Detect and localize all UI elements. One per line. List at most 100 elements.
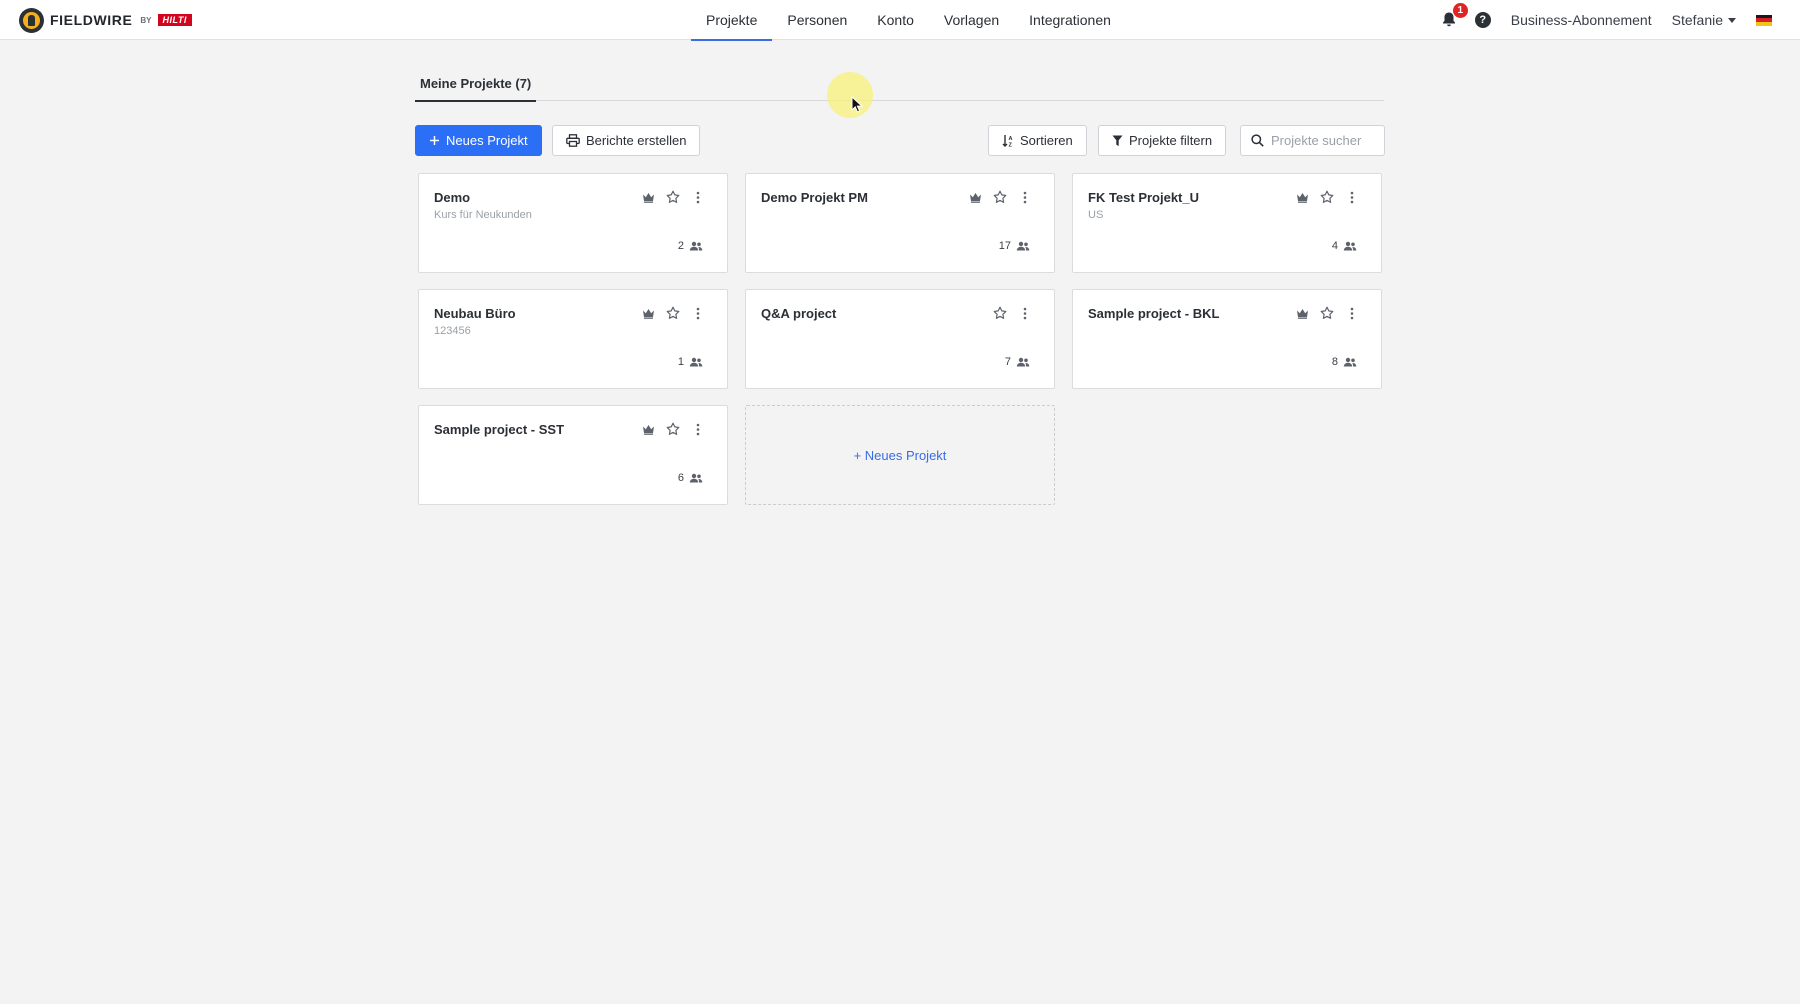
new-project-card[interactable]: + Neues Projekt [745,405,1055,505]
member-count-value: 17 [998,240,1011,252]
member-count-value: 8 [1331,356,1338,368]
more-options-icon[interactable] [691,422,705,436]
people-icon [1016,357,1030,367]
search-icon [1251,134,1264,147]
svg-text:A: A [1009,136,1013,142]
project-subtitle: 123456 [434,325,471,337]
people-icon [689,357,703,367]
nav-item-integrationen[interactable]: Integrationen [1014,0,1126,40]
user-name: Stefanie [1671,12,1723,28]
project-card[interactable]: Q&A project 7 [745,289,1055,389]
member-count-value: 7 [1004,356,1011,368]
star-icon[interactable] [1320,190,1334,204]
sort-label: Sortieren [1020,133,1073,148]
crown-icon [1295,190,1309,204]
new-project-label: Neues Projekt [446,133,528,148]
user-menu[interactable]: Stefanie [1672,12,1736,28]
star-icon[interactable] [993,306,1007,320]
member-count: 8 [1332,356,1357,368]
brand-by: BY [140,15,152,25]
crown-icon [641,190,655,204]
search-input[interactable] [1271,133,1371,148]
fieldwire-logo-icon [19,7,44,33]
project-title: Neubau Büro [434,306,516,321]
project-search[interactable] [1240,125,1385,156]
crown-icon [641,306,655,320]
more-options-icon[interactable] [1345,190,1359,204]
hilti-logo: HILTI [157,14,192,26]
more-options-icon[interactable] [691,190,705,204]
project-title: Sample project - BKL [1088,306,1220,321]
member-count: 17 [999,240,1030,252]
nav-item-personen[interactable]: Personen [772,0,862,40]
create-reports-label: Berichte erstellen [586,133,687,148]
project-title: Demo Projekt PM [761,190,868,205]
create-reports-button[interactable]: Berichte erstellen [552,125,701,156]
nav-item-vorlagen[interactable]: Vorlagen [929,0,1014,40]
header-tools: 1 ? Business-Abonnement Stefanie [1439,0,1772,40]
crown-icon [968,190,982,204]
brand-name: FIELDWIRE [50,12,133,28]
project-card[interactable]: Sample project - BKL 8 [1072,289,1382,389]
project-title: Q&A project [761,306,837,321]
people-icon [1343,241,1357,251]
more-options-icon[interactable] [1345,306,1359,320]
plus-icon [430,136,439,145]
project-card[interactable]: Sample project - SST 6 [418,405,728,505]
member-count-value: 2 [677,240,684,252]
more-options-icon[interactable] [1018,190,1032,204]
star-icon[interactable] [993,190,1007,204]
star-icon[interactable] [666,306,680,320]
sort-icon: A Z [1002,135,1013,148]
project-title: Demo [434,190,471,205]
printer-icon [566,134,580,147]
tab-meine-projekte[interactable]: Meine Projekte (7) [415,76,537,102]
star-icon[interactable] [666,190,680,204]
project-tabs: Meine Projekte (7) [415,67,1384,102]
member-count: 6 [678,472,703,484]
more-options-icon[interactable] [691,306,705,320]
chevron-down-icon [1728,17,1736,23]
project-card[interactable]: FK Test Projekt_U US 4 [1072,173,1382,273]
filter-projects-button[interactable]: Projekte filtern [1098,125,1227,156]
filter-icon [1112,135,1123,146]
project-subtitle: US [1088,209,1104,221]
people-icon [689,473,703,483]
notifications-button[interactable]: 1 [1439,3,1468,31]
svg-text:Z: Z [1009,143,1013,148]
star-icon[interactable] [1320,306,1334,320]
german-flag-icon[interactable] [1756,14,1772,26]
notification-badge: 1 [1452,3,1468,18]
people-icon [689,241,703,251]
project-card[interactable]: Neubau Büro 123456 1 [418,289,728,389]
app-window: FIELDWIRE BY HILTI Projekte Personen Kon… [0,0,1800,1004]
help-icon[interactable]: ? [1474,12,1491,28]
fieldwire-logo[interactable]: FIELDWIRE BY HILTI [19,7,192,33]
member-count-value: 4 [1331,240,1338,252]
sort-button[interactable]: A Z Sortieren [988,125,1087,156]
new-project-button[interactable]: Neues Projekt [415,125,542,156]
member-count: 7 [1005,356,1030,368]
project-title: FK Test Projekt_U [1088,190,1200,205]
nav-item-konto[interactable]: Konto [862,0,929,40]
crown-icon [1295,306,1309,320]
mouse-cursor-icon [851,96,863,113]
crown-icon [641,422,655,436]
member-count: 2 [678,240,703,252]
nav-item-projekte[interactable]: Projekte [691,0,773,41]
project-subtitle: Kurs für Neukunden [434,209,532,221]
subscription-link[interactable]: Business-Abonnement [1511,12,1652,28]
project-card[interactable]: Demo Kurs für Neukunden 2 [418,173,728,273]
star-icon[interactable] [666,422,680,436]
more-options-icon[interactable] [1018,306,1032,320]
member-count: 1 [678,356,703,368]
member-count-value: 6 [677,472,684,484]
cursor-highlight [827,72,873,118]
people-icon [1016,241,1030,251]
main-nav: Projekte Personen Konto Vorlagen Integra… [691,0,1126,41]
top-navigation-bar: FIELDWIRE BY HILTI Projekte Personen Kon… [0,0,1800,41]
member-count: 4 [1332,240,1357,252]
people-icon [1343,357,1357,367]
member-count-value: 1 [677,356,684,368]
project-card[interactable]: Demo Projekt PM 17 [745,173,1055,273]
